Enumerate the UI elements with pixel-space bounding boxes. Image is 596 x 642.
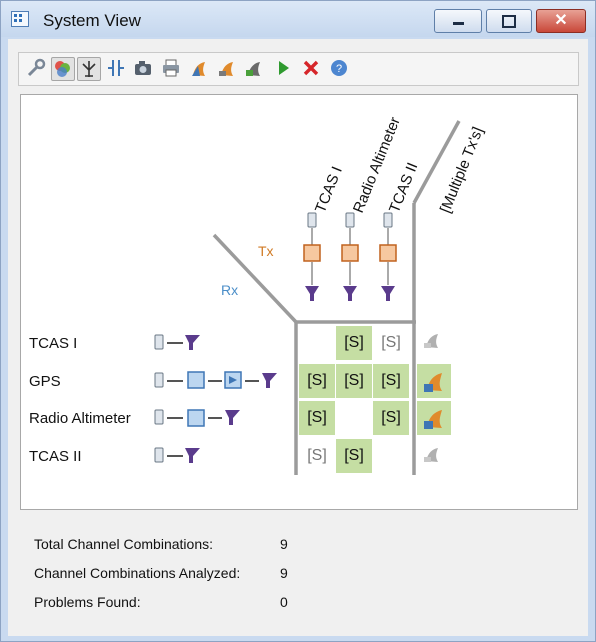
problems-found-label: Problems Found:: [34, 594, 141, 610]
toolbar: ?: [18, 52, 579, 86]
antenna-icon[interactable]: [77, 57, 101, 81]
app-icon: [11, 11, 29, 27]
matrix-cell-r4-c1[interactable]: [S]: [299, 439, 335, 473]
problems-found-value: 0: [280, 594, 288, 610]
camera-icon[interactable]: [132, 57, 154, 79]
multiple-tx-gray-icon-2[interactable]: [421, 443, 443, 465]
wrench-icon[interactable]: [25, 57, 47, 79]
split-icon[interactable]: [105, 57, 127, 79]
printer-icon[interactable]: [160, 57, 182, 79]
matrix-cell-r1-c2[interactable]: [S]: [336, 326, 372, 360]
fish-blue-orange-icon[interactable]: [189, 57, 211, 79]
matrix-cell-r3-c2[interactable]: [336, 401, 372, 435]
fish-orange-icon[interactable]: [216, 57, 238, 79]
row-chain-gps: [154, 371, 277, 389]
row-chain-radio-altimeter: [154, 409, 240, 427]
svg-text:?: ?: [336, 63, 342, 75]
multiple-tx-orange-icon[interactable]: [417, 364, 451, 398]
title-bar[interactable]: System View ✕: [1, 1, 595, 37]
analyzed-combinations-label: Channel Combinations Analyzed:: [34, 565, 241, 581]
matrix-cell-r4-c2[interactable]: [S]: [336, 439, 372, 473]
matrix-cell-r1-c1[interactable]: [299, 326, 335, 360]
system-view-window: System View ✕ ? TCAS I Radio Altimeter T…: [0, 0, 596, 642]
window-title: System View: [43, 11, 141, 30]
multiple-tx-gray-icon[interactable]: [421, 329, 443, 351]
mixed-color-icon[interactable]: [51, 57, 75, 81]
maximize-button[interactable]: [486, 9, 532, 33]
matrix-cell-r3-c3[interactable]: [S]: [373, 401, 409, 435]
matrix-cell-r2-c1[interactable]: [S]: [299, 364, 335, 398]
client-area: ? TCAS I Radio Altimeter TCAS II [Multip…: [8, 39, 588, 636]
system-diagram: TCAS I Radio Altimeter TCAS II [Multiple…: [20, 94, 578, 510]
minimize-icon: [453, 22, 464, 25]
matrix-cell-r1-c3[interactable]: [S]: [373, 326, 409, 360]
total-combinations-value: 9: [280, 536, 288, 552]
analyzed-combinations-value: 9: [280, 565, 288, 581]
help-icon[interactable]: ?: [328, 57, 350, 79]
row-chain-tcas1: [154, 334, 200, 350]
multiple-tx-orange-icon-2[interactable]: [417, 401, 451, 435]
close-icon: ✕: [554, 12, 568, 29]
matrix-cell-r2-c2[interactable]: [S]: [336, 364, 372, 398]
total-combinations-label: Total Channel Combinations:: [34, 536, 213, 552]
maximize-icon: [502, 15, 516, 28]
close-button[interactable]: ✕: [536, 9, 586, 33]
play-icon[interactable]: [272, 57, 294, 79]
row-chain-tcas2: [154, 447, 200, 463]
fish-green-icon[interactable]: [243, 57, 265, 79]
matrix-cell-r4-c3[interactable]: [373, 439, 409, 473]
minimize-button[interactable]: [434, 9, 482, 33]
stop-x-icon[interactable]: [300, 57, 322, 79]
matrix-cell-r2-c3[interactable]: [S]: [373, 364, 409, 398]
matrix-cell-r3-c1[interactable]: [S]: [299, 401, 335, 435]
